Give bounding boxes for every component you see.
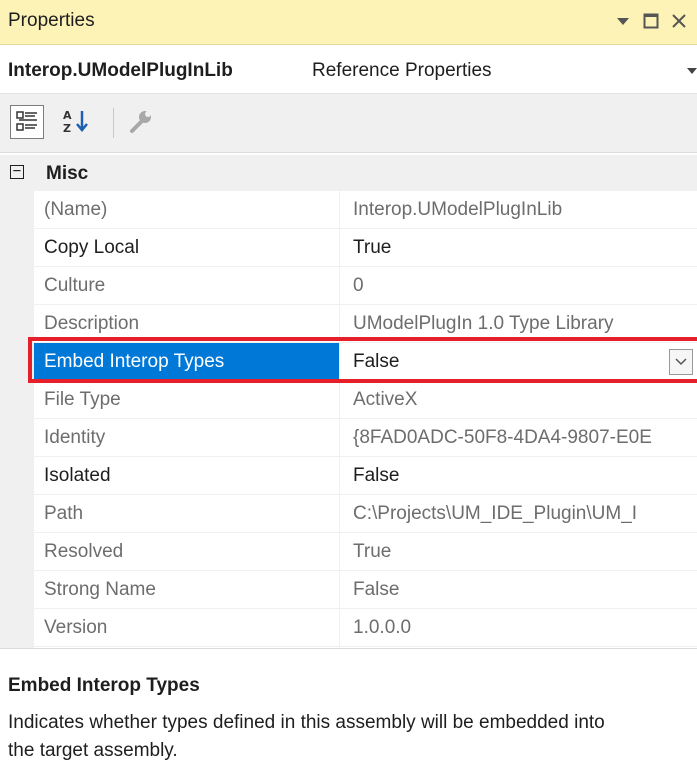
property-value[interactable]: C:\Projects\UM_IDE_Plugin\UM_I	[341, 495, 697, 532]
property-value[interactable]: False	[341, 571, 697, 608]
property-value[interactable]: UModelPlugIn 1.0 Type Library	[341, 305, 697, 342]
close-icon[interactable]	[668, 8, 690, 34]
property-row[interactable]: File Type ActiveX	[34, 381, 697, 419]
property-name: File Type	[34, 381, 340, 418]
description-panel: Embed Interop Types Indicates whether ty…	[0, 648, 697, 775]
chevron-down-icon[interactable]	[687, 64, 697, 78]
property-row[interactable]: (Name) Interop.UModelPlugInLib	[34, 191, 697, 229]
property-row[interactable]: Resolved True	[34, 533, 697, 571]
property-value[interactable]: Interop.UModelPlugInLib	[341, 191, 697, 228]
grid-gutter	[0, 191, 34, 648]
toolbar-separator	[113, 108, 114, 138]
category-label: Misc	[46, 163, 89, 184]
object-type: Reference Properties	[312, 60, 492, 81]
property-name: Strong Name	[34, 571, 340, 608]
property-value[interactable]: {8FAD0ADC-50F8-4DA4-9807-E0E	[341, 419, 697, 456]
property-name: Culture	[34, 267, 340, 304]
property-row[interactable]: Isolated False	[34, 457, 697, 495]
property-name: Description	[34, 305, 340, 342]
window-title: Properties	[8, 10, 95, 31]
category-row-misc[interactable]: − Misc	[0, 155, 697, 191]
property-row[interactable]: Strong Name False	[34, 571, 697, 609]
property-grid: − Misc (Name) Interop.UModelPlugInLib Copy…	[0, 155, 697, 648]
dropdown-arrow-icon[interactable]	[612, 8, 634, 34]
property-name: Isolated	[34, 457, 340, 494]
property-value[interactable]: False	[341, 343, 697, 380]
maximize-icon[interactable]	[640, 8, 662, 34]
object-selector[interactable]: Interop.UModelPlugInLib Reference Proper…	[0, 46, 697, 92]
object-name: Interop.UModelPlugInLib	[8, 60, 233, 81]
property-row[interactable]: Version 1.0.0.0	[34, 609, 697, 647]
property-value[interactable]: True	[341, 229, 697, 266]
description-title: Embed Interop Types	[8, 675, 200, 696]
property-row[interactable]: Copy Local True	[34, 229, 697, 267]
property-name: Embed Interop Types	[34, 343, 340, 380]
value-dropdown-button[interactable]	[669, 349, 693, 375]
property-value[interactable]: True	[341, 533, 697, 570]
property-value[interactable]: 1.0.0.0	[341, 609, 697, 646]
collapse-icon[interactable]: −	[10, 164, 24, 179]
property-name: Copy Local	[34, 229, 340, 266]
property-name: (Name)	[34, 191, 340, 228]
property-row[interactable]: Path C:\Projects\UM_IDE_Plugin\UM_I	[34, 495, 697, 533]
property-name: Resolved	[34, 533, 340, 570]
property-row[interactable]: Description UModelPlugIn 1.0 Type Library	[34, 305, 697, 343]
categorized-icon[interactable]	[10, 105, 44, 139]
svg-text:Z: Z	[63, 122, 71, 135]
property-name: Identity	[34, 419, 340, 456]
property-pages-icon[interactable]	[124, 105, 158, 139]
description-text: Indicates whether types defined in this …	[8, 712, 605, 761]
toolbar: A Z	[0, 93, 697, 153]
property-name: Version	[34, 609, 340, 646]
title-bar: Properties	[0, 0, 697, 45]
property-row[interactable]: Identity {8FAD0ADC-50F8-4DA4-9807-E0E	[34, 419, 697, 457]
property-value[interactable]: 0	[341, 267, 697, 304]
svg-text:A: A	[63, 109, 72, 122]
alphabetical-icon[interactable]: A Z	[60, 105, 94, 139]
property-value[interactable]: False	[341, 457, 697, 494]
property-value[interactable]: ActiveX	[341, 381, 697, 418]
property-row[interactable]: Culture 0	[34, 267, 697, 305]
property-name: Path	[34, 495, 340, 532]
property-row[interactable]: Embed Interop Types False	[34, 343, 697, 381]
